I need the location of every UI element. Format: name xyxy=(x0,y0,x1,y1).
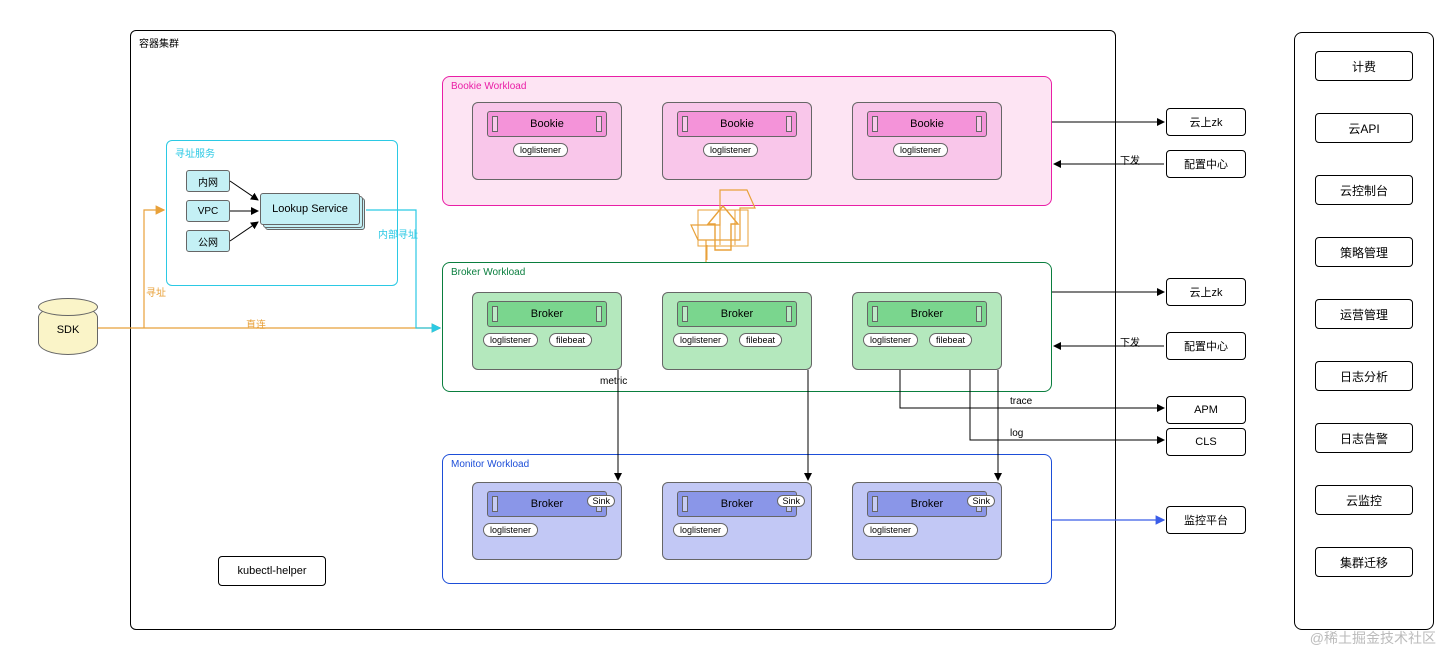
bookie-box: Bookie xyxy=(487,111,607,137)
public-box: 公网 xyxy=(186,230,230,252)
bookie-pod: Bookie loglistener xyxy=(472,102,622,180)
bookie-pod: Bookie loglistener xyxy=(662,102,812,180)
cls-box: CLS xyxy=(1166,428,1246,456)
broker-box: Broker xyxy=(677,301,797,327)
monitor-pod: BrokerSinkloglistener xyxy=(472,482,622,560)
loglistener-tag: loglistener xyxy=(863,523,918,537)
filebeat-tag: filebeat xyxy=(739,333,782,347)
monitor-workload-label: Monitor Workload xyxy=(451,459,529,470)
loglistener-tag: loglistener xyxy=(863,333,918,347)
sink-tag: Sink xyxy=(777,495,805,507)
broker-box: Broker xyxy=(867,301,987,327)
broker-box: Broker xyxy=(487,301,607,327)
broker-pod: Broker loglistener filebeat xyxy=(662,292,812,370)
cloud-zk-box: 云上zk xyxy=(1166,108,1246,136)
right-panel: 计费 云API 云控制台 策略管理 运营管理 日志分析 日志告警 云监控 集群迁… xyxy=(1294,32,1434,630)
panel-item: 集群迁移 xyxy=(1315,547,1413,577)
panel-item: 云API xyxy=(1315,113,1413,143)
monitor-platform-box: 监控平台 xyxy=(1166,506,1246,534)
sdk-label: SDK xyxy=(57,324,80,336)
sink-tag: Sink xyxy=(967,495,995,507)
config-center-box: 配置中心 xyxy=(1166,332,1246,360)
lookup-service-title: 寻址服务 xyxy=(167,141,397,164)
filebeat-tag: filebeat xyxy=(929,333,972,347)
label-internal-addr: 内部寻址 xyxy=(378,226,418,241)
label-deliver: 下发 xyxy=(1120,334,1140,349)
label-metric: metric xyxy=(600,376,627,387)
kubectl-helper-box: kubectl-helper xyxy=(218,556,326,586)
sdk-cylinder: SDK xyxy=(38,305,98,355)
monitor-pod: BrokerSinkloglistener xyxy=(852,482,1002,560)
label-direct: 直连 xyxy=(246,316,266,331)
broker-pod: Broker loglistener filebeat xyxy=(852,292,1002,370)
filebeat-tag: filebeat xyxy=(549,333,592,347)
sink-tag: Sink xyxy=(587,495,615,507)
bookie-box: Bookie xyxy=(867,111,987,137)
panel-item: 策略管理 xyxy=(1315,237,1413,267)
panel-item: 运营管理 xyxy=(1315,299,1413,329)
panel-item: 日志告警 xyxy=(1315,423,1413,453)
vpc-box: VPC xyxy=(186,200,230,222)
loglistener-tag: loglistener xyxy=(513,143,568,157)
watermark: @稀土掘金技术社区 xyxy=(1310,628,1436,648)
cloud-zk-box: 云上zk xyxy=(1166,278,1246,306)
bookie-pod: Bookie loglistener xyxy=(852,102,1002,180)
config-center-box: 配置中心 xyxy=(1166,150,1246,178)
panel-item: 日志分析 xyxy=(1315,361,1413,391)
intranet-box: 内网 xyxy=(186,170,230,192)
label-trace: trace xyxy=(1010,396,1032,407)
broker-pod: Broker loglistener filebeat xyxy=(472,292,622,370)
lookup-service-box: Lookup Service xyxy=(260,193,360,225)
label-log: log xyxy=(1010,428,1023,439)
apm-box: APM xyxy=(1166,396,1246,424)
panel-item: 云监控 xyxy=(1315,485,1413,515)
label-deliver: 下发 xyxy=(1120,152,1140,167)
bookie-box: Bookie xyxy=(677,111,797,137)
loglistener-tag: loglistener xyxy=(483,333,538,347)
panel-item: 云控制台 xyxy=(1315,175,1413,205)
loglistener-tag: loglistener xyxy=(673,523,728,537)
panel-item: 计费 xyxy=(1315,51,1413,81)
loglistener-tag: loglistener xyxy=(483,523,538,537)
loglistener-tag: loglistener xyxy=(673,333,728,347)
lookup-service-label: Lookup Service xyxy=(272,203,348,215)
monitor-pod: BrokerSinkloglistener xyxy=(662,482,812,560)
loglistener-tag: loglistener xyxy=(703,143,758,157)
label-addr: 寻址 xyxy=(146,284,166,299)
broker-workload-label: Broker Workload xyxy=(451,267,525,278)
bookie-workload-label: Bookie Workload xyxy=(451,81,526,92)
loglistener-tag: loglistener xyxy=(893,143,948,157)
container-cluster-label: 容器集群 xyxy=(139,35,179,50)
